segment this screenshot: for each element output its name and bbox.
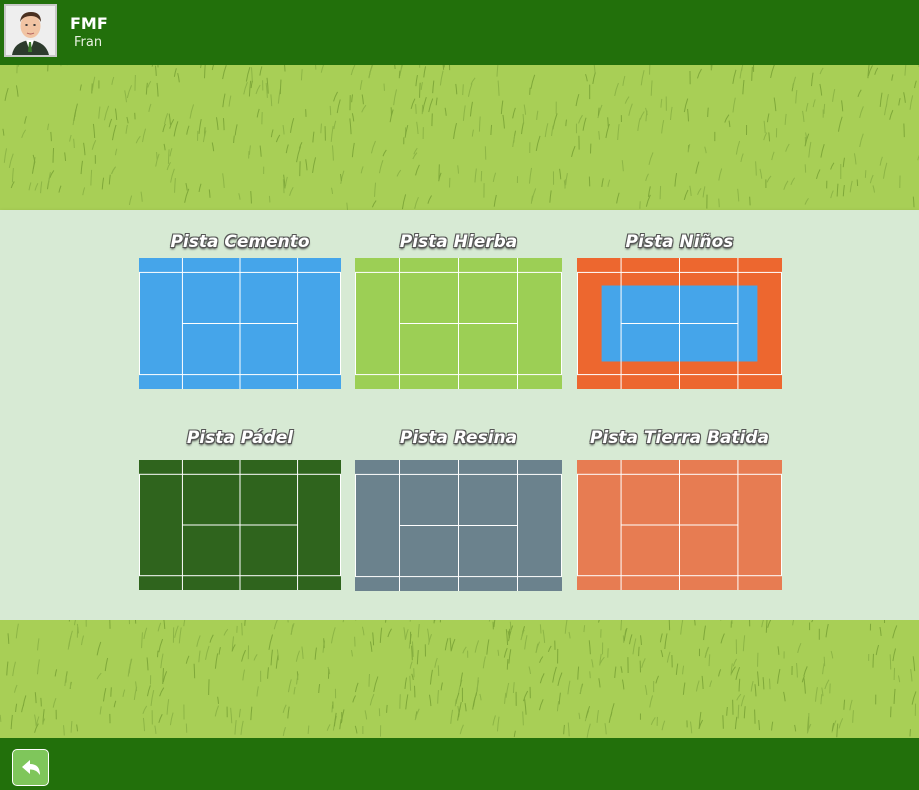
court-title: Pista Tierra Batida [589,428,770,448]
court-image [139,258,341,389]
court-image [355,258,562,389]
back-arrow-icon [22,760,40,775]
court-title: Pista Resina [399,428,518,448]
court-title: Pista Niños [625,232,734,252]
court-selection-panel: Pista Cemento Pista Hierba Pista Niños P… [0,210,919,620]
user-subtitle: Fran [74,35,103,50]
court-image [577,258,782,389]
top-bar: FMF Fran [0,0,919,65]
user-name: FMF [70,14,108,33]
back-button[interactable] [12,749,49,786]
court-image [139,460,341,590]
avatar[interactable] [4,4,57,57]
person-avatar-icon [6,6,55,55]
court-title: Pista Pádel [186,428,294,448]
grass-background-bottom [0,620,919,738]
court-title: Pista Cemento [170,232,310,252]
court-title: Pista Hierba [399,232,518,252]
court-image [355,460,562,591]
grass-background-top [0,65,919,211]
court-image [577,460,782,590]
bottom-bar [0,738,919,790]
